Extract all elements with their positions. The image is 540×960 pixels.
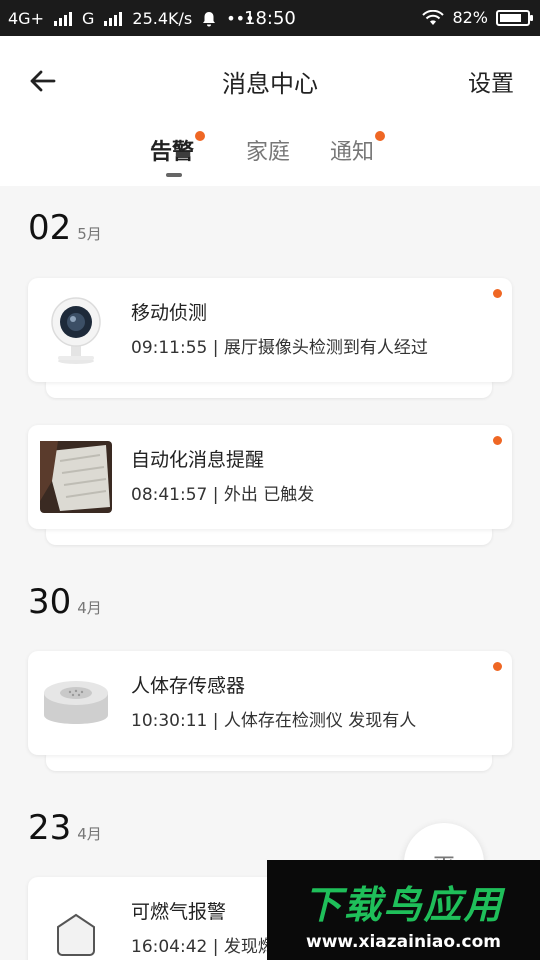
message-title: 人体存传感器 [131,675,246,697]
message-description: 10:30:11 | 人体存在检测仪 发现有人 [131,711,417,731]
tab-home[interactable]: 家庭 [246,134,290,166]
watermark-url: www.xiazainiao.com [306,932,501,952]
wifi-icon [422,9,445,25]
signal-icon [53,11,72,26]
network-type-primary: 4G+ [8,9,44,28]
status-left: 4G+ G 25.4K/s ••• [8,9,255,28]
message-card[interactable]: 人体存传感器 10:30:11 | 人体存在检测仪 发现有人 [28,651,512,755]
tab-alerts[interactable]: 告警 [150,131,206,166]
unread-dot [493,289,502,298]
automation-photo [40,441,112,513]
gas-alarm-icon [57,913,95,956]
tab-notifications[interactable]: 通知 [330,131,386,166]
tab-label: 告警 [150,140,195,165]
date-month: 4月 [77,825,102,843]
message-title: 可燃气报警 [131,901,227,923]
message-description: 09:11:55 | 展厅摄像头检测到有人经过 [131,338,428,358]
header: 消息中心 设置 告警 家庭 通知 [0,36,540,186]
message-title: 自动化消息提醒 [131,449,265,471]
message-description: 16:04:42 | 发现燃 [131,937,275,957]
date-day: 23 [28,808,72,848]
battery-fill [500,13,521,22]
unread-dot [195,131,206,141]
message-title: 移动侦测 [131,302,208,324]
status-right: 82% [422,8,533,27]
network-type-secondary: G [81,9,95,28]
status-bar: 4G+ G 25.4K/s ••• 18:50 82% [0,0,540,36]
unread-dot [493,436,502,445]
network-speed: 25.4K/s [132,9,193,28]
unread-dot [493,662,502,671]
page-title: 消息中心 [222,70,318,98]
message-card[interactable]: 移动侦测 09:11:55 | 展厅摄像头检测到有人经过 [28,278,512,382]
message-description: 08:41:57 | 外出 已触发 [131,485,315,505]
settings-button[interactable]: 设置 [468,64,514,98]
watermark-logo: 下载鸟应用 [303,883,504,927]
tab-label: 通知 [330,140,375,165]
camera-icon [51,297,101,364]
date-month: 5月 [77,225,102,243]
date-day: 02 [28,208,72,248]
battery-icon [496,9,533,26]
watermark-banner: 下载鸟应用 www.xiazainiao.com [267,860,540,960]
active-tab-indicator [166,173,182,177]
date-header: 02 5月 [28,208,102,248]
message-card[interactable]: 自动化消息提醒 08:41:57 | 外出 已触发 [28,425,512,529]
date-header: 23 4月 [28,808,102,848]
presence-sensor-icon [44,681,108,724]
unread-dot [375,131,386,141]
notification-bell-icon [203,11,216,26]
date-month: 4月 [77,599,102,617]
date-day: 30 [28,582,72,622]
status-time: 18:50 [244,8,296,29]
battery-percent: 82% [452,8,488,27]
tab-label: 家庭 [246,140,291,165]
date-header: 30 4月 [28,582,102,622]
signal-icon-secondary [104,11,123,26]
